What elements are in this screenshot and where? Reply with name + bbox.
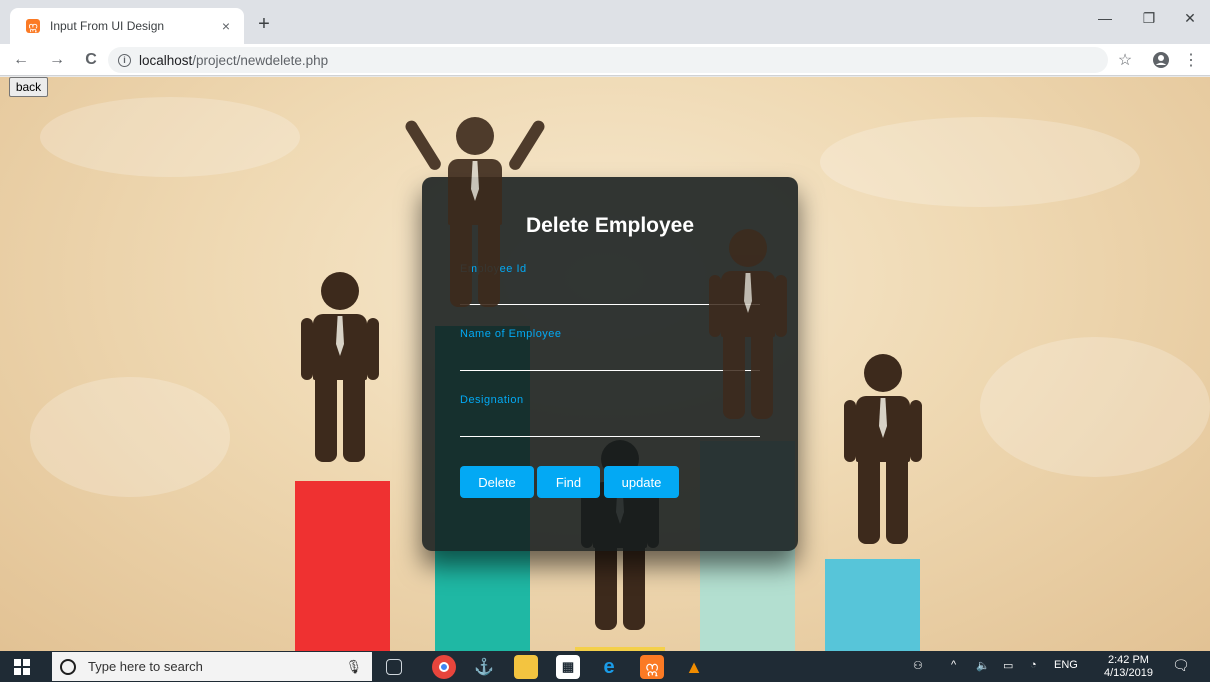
chrome-icon[interactable] bbox=[432, 655, 456, 679]
address-bar[interactable]: i localhost/project/newdelete.php bbox=[108, 47, 1108, 73]
clock-date: 4/13/2019 bbox=[1104, 667, 1153, 679]
language-indicator[interactable]: ENG bbox=[1054, 659, 1078, 671]
background-texture bbox=[820, 117, 1140, 207]
vlc-icon[interactable]: ▲ bbox=[682, 655, 706, 679]
businessman-figure-cheering bbox=[403, 117, 547, 307]
people-icon[interactable]: ⚇ bbox=[913, 659, 923, 672]
notifications-icon[interactable]: 🗨 bbox=[1172, 657, 1190, 674]
delete-button[interactable]: Delete bbox=[460, 466, 534, 498]
businessman-figure bbox=[703, 229, 793, 419]
web-page: back Delete Employee Employee Id Name of… bbox=[0, 77, 1210, 651]
podium-bar-red bbox=[295, 481, 390, 651]
taskbar-clock[interactable]: 2:42 PM 4/13/2019 bbox=[1104, 654, 1153, 680]
new-tab-button[interactable]: + bbox=[252, 12, 276, 36]
volume-icon[interactable]: 🔈 bbox=[976, 659, 990, 672]
battery-icon[interactable]: ▭ bbox=[1003, 659, 1013, 672]
url-host: localhost bbox=[139, 52, 193, 68]
background-texture bbox=[980, 337, 1210, 477]
store-icon[interactable]: ▦ bbox=[556, 655, 580, 679]
search-placeholder: Type here to search bbox=[88, 659, 203, 674]
update-button[interactable]: update bbox=[604, 466, 679, 498]
reload-icon[interactable]: C bbox=[80, 49, 102, 71]
assistant-app-icon[interactable]: ⚓ bbox=[472, 655, 496, 679]
browser-menu-icon[interactable]: ⋮ bbox=[1180, 49, 1202, 71]
info-icon[interactable]: i bbox=[118, 53, 131, 67]
wifi-icon[interactable]: ◔ bbox=[1030, 659, 1037, 671]
background-texture bbox=[40, 97, 300, 177]
edge-icon[interactable]: e bbox=[597, 655, 621, 679]
tab-title: Input From UI Design bbox=[50, 19, 165, 33]
taskbar-search-box[interactable]: Type here to search 🎙 bbox=[52, 652, 372, 681]
xampp-favicon-icon: ဣ bbox=[26, 19, 40, 33]
microphone-icon[interactable]: 🎙 bbox=[345, 659, 362, 675]
windows-start-icon[interactable] bbox=[14, 659, 30, 675]
background-texture bbox=[30, 377, 230, 497]
employee-name-label: Name of Employee bbox=[460, 328, 562, 340]
tray-chevron-up-icon[interactable]: ^ bbox=[951, 659, 956, 671]
browser-tab-bar: ဣ Input From UI Design × + — ❐ ✕ bbox=[0, 0, 1210, 44]
browser-tab[interactable]: ဣ Input From UI Design × bbox=[10, 8, 244, 44]
businessman-figure bbox=[295, 272, 385, 462]
close-window-button[interactable]: ✕ bbox=[1177, 10, 1203, 27]
xampp-icon[interactable]: ဣ bbox=[640, 655, 664, 679]
back-button[interactable]: back bbox=[9, 77, 48, 97]
bookmark-star-icon[interactable]: ☆ bbox=[1114, 49, 1136, 71]
cortana-icon bbox=[60, 658, 76, 675]
restore-button[interactable]: ❐ bbox=[1136, 10, 1162, 27]
minimize-button[interactable]: — bbox=[1092, 10, 1118, 26]
designation-label: Designation bbox=[460, 394, 524, 406]
file-explorer-icon[interactable] bbox=[514, 655, 538, 679]
businessman-figure bbox=[838, 354, 928, 544]
forward-arrow-icon[interactable]: → bbox=[46, 49, 68, 71]
clock-time: 2:42 PM bbox=[1107, 654, 1149, 666]
profile-icon[interactable] bbox=[1150, 49, 1172, 71]
back-arrow-icon[interactable]: ← bbox=[10, 49, 32, 71]
url-text: localhost/project/newdelete.php bbox=[139, 53, 328, 68]
url-path: /project/newdelete.php bbox=[192, 52, 329, 68]
browser-toolbar: ← → C i localhost/project/newdelete.php … bbox=[0, 44, 1210, 76]
tab-close-icon[interactable]: × bbox=[218, 18, 234, 34]
podium-bar-blue bbox=[825, 559, 920, 651]
find-button[interactable]: Find bbox=[537, 466, 600, 498]
windows-taskbar: Type here to search 🎙 ⚓ ▦ e ဣ ▲ ⚇ ^ 🔈 ▭ … bbox=[0, 651, 1210, 682]
task-view-icon[interactable] bbox=[386, 659, 402, 675]
